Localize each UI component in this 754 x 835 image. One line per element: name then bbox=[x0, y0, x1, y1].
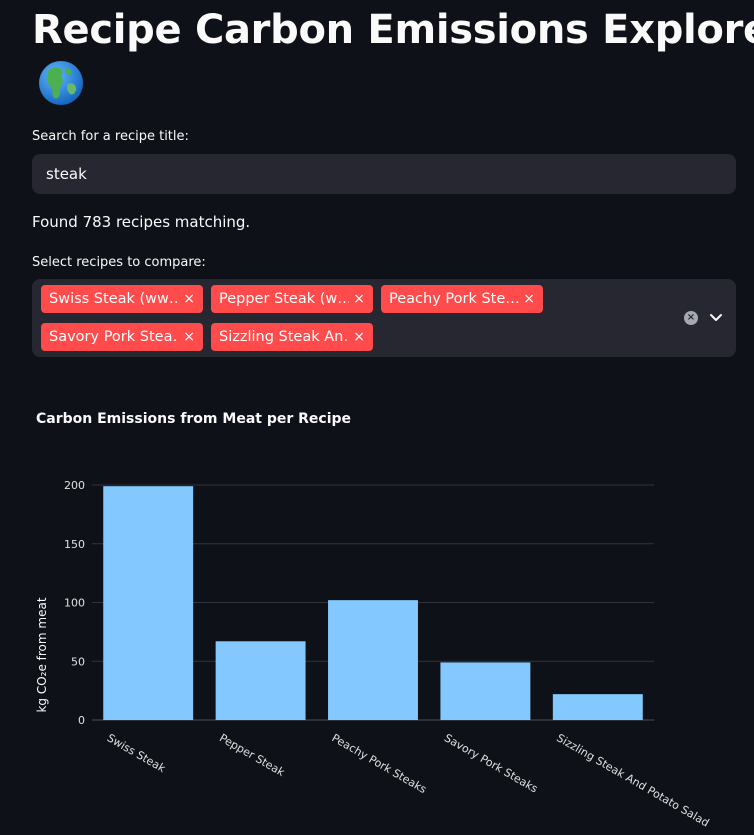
chip-remove-icon[interactable]: × bbox=[183, 323, 195, 351]
status-text: Found 783 recipes matching. bbox=[32, 213, 251, 231]
selected-chip[interactable]: Sizzling Steak An… × bbox=[211, 323, 373, 351]
bar-chart: Carbon Emissions from Meat per Recipe kg… bbox=[35, 411, 711, 830]
multiselect-label: Select recipes to compare: bbox=[32, 255, 206, 270]
chip-remove-icon[interactable]: × bbox=[523, 285, 535, 313]
search-input[interactable]: steak bbox=[32, 154, 736, 194]
page-title: Recipe Carbon Emissions Explorer bbox=[32, 7, 754, 53]
chip-label: Sizzling Steak An… bbox=[219, 329, 349, 345]
clear-all-icon[interactable]: × bbox=[684, 311, 698, 325]
chevron-down-icon[interactable] bbox=[708, 309, 724, 325]
bar bbox=[103, 486, 194, 720]
x-tick-label: Swiss Steak bbox=[105, 731, 168, 775]
x-tick-label: Sizzling Steak And Potato Salad bbox=[554, 731, 711, 829]
bar bbox=[440, 662, 531, 720]
selected-chip[interactable]: Savory Pork Stea… × bbox=[41, 323, 203, 351]
bar bbox=[215, 641, 306, 720]
y-tick-label: 150 bbox=[64, 538, 85, 551]
x-tick-label: Peachy Pork Steaks bbox=[330, 731, 429, 796]
selected-chip[interactable]: Swiss Steak (ww… × bbox=[41, 285, 203, 313]
chip-label: Peachy Pork Ste… bbox=[389, 291, 519, 307]
selected-chip[interactable]: Peachy Pork Ste… × bbox=[381, 285, 543, 313]
search-label: Search for a recipe title: bbox=[32, 129, 189, 144]
bar bbox=[552, 694, 643, 720]
y-tick-label: 0 bbox=[78, 714, 85, 727]
chip-remove-icon[interactable]: × bbox=[353, 323, 365, 351]
y-tick-label: 200 bbox=[64, 479, 85, 492]
y-axis-label: kg CO₂e from meat bbox=[35, 597, 49, 712]
chip-remove-icon[interactable]: × bbox=[353, 285, 365, 313]
bar bbox=[328, 600, 418, 720]
x-tick-label: Pepper Steak bbox=[217, 731, 287, 779]
y-tick-label: 50 bbox=[71, 655, 85, 668]
recipe-multiselect[interactable]: Swiss Steak (ww… × Pepper Steak (w… × Pe… bbox=[32, 279, 736, 357]
chart-title: Carbon Emissions from Meat per Recipe bbox=[36, 411, 351, 427]
y-tick-label: 100 bbox=[64, 597, 85, 610]
chip-label: Swiss Steak (ww… bbox=[49, 291, 179, 307]
selected-chip[interactable]: Pepper Steak (w… × bbox=[211, 285, 373, 313]
x-tick-label: Savory Pork Steaks bbox=[442, 731, 540, 795]
chip-label: Savory Pork Stea… bbox=[49, 329, 179, 345]
chip-remove-icon[interactable]: × bbox=[183, 285, 195, 313]
globe-icon bbox=[39, 61, 83, 105]
chip-label: Pepper Steak (w… bbox=[219, 291, 349, 307]
